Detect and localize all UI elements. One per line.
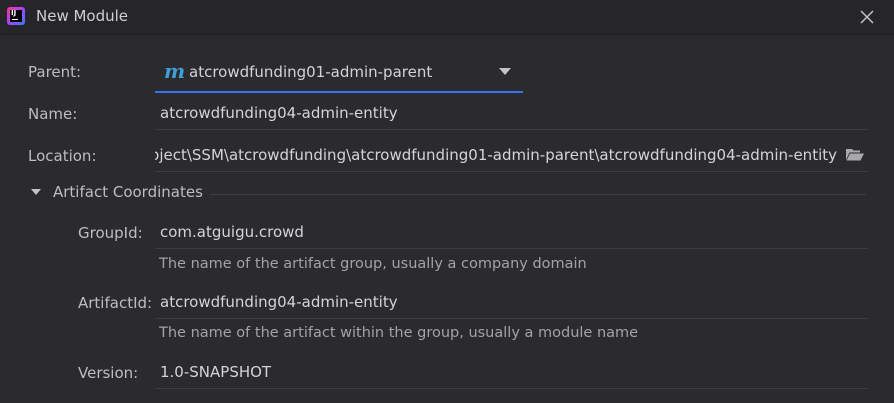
title-bar: New Module — [0, 0, 894, 35]
artifactid-hint: The name of the artifact within the grou… — [159, 325, 639, 341]
location-field[interactable]: oject\SSM\atcrowdfunding\atcrowdfunding0… — [155, 139, 868, 172]
version-value: 1.0-SNAPSHOT — [160, 363, 272, 381]
maven-icon: m — [164, 59, 186, 83]
artifactid-value: atcrowdfunding04-admin-entity — [160, 293, 398, 311]
chevron-down-icon[interactable] — [499, 68, 511, 75]
parent-dropdown[interactable]: m atcrowdfunding01-admin-parent — [155, 55, 523, 93]
name-value: atcrowdfunding04-admin-entity — [160, 104, 398, 122]
groupid-field[interactable]: com.atguigu.crowd — [155, 216, 868, 249]
intellij-app-icon — [7, 7, 25, 25]
parent-label: Parent: — [28, 63, 82, 81]
version-label: Version: — [78, 364, 139, 382]
close-icon[interactable] — [856, 6, 878, 28]
parent-value: atcrowdfunding01-admin-parent — [189, 63, 433, 81]
triangle-down-icon — [31, 189, 41, 195]
window-title: New Module — [36, 7, 129, 25]
location-value: oject\SSM\atcrowdfunding\atcrowdfunding0… — [155, 146, 837, 164]
section-title: Artifact Coordinates — [53, 183, 203, 201]
artifactid-label: ArtifactId: — [78, 294, 153, 312]
artifactid-field[interactable]: atcrowdfunding04-admin-entity — [155, 286, 868, 319]
groupid-hint: The name of the artifact group, usually … — [159, 256, 587, 272]
location-label: Location: — [28, 147, 97, 165]
groupid-value: com.atguigu.crowd — [160, 223, 304, 241]
groupid-label: GroupId: — [78, 224, 143, 242]
name-label: Name: — [28, 105, 78, 123]
section-divider — [210, 194, 866, 195]
version-field[interactable]: 1.0-SNAPSHOT — [155, 356, 868, 389]
name-field[interactable]: atcrowdfunding04-admin-entity — [155, 97, 868, 130]
folder-icon[interactable] — [846, 148, 864, 161]
